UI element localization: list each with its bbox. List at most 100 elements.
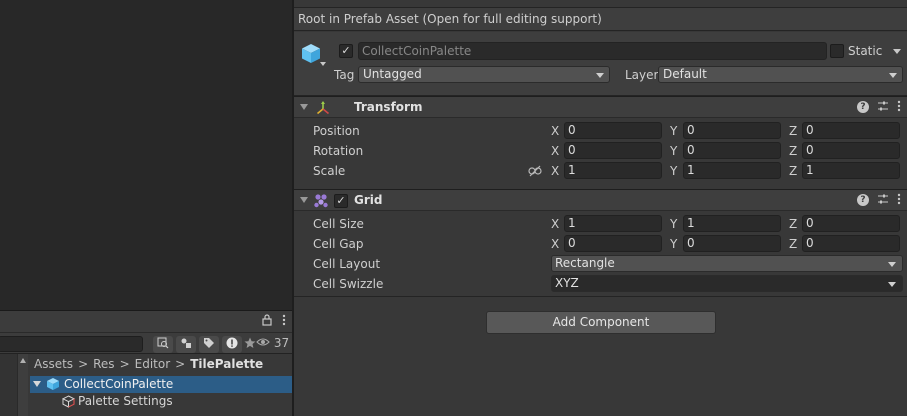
asset-name: CollectCoinPalette (64, 377, 174, 391)
transform-title: Transform (354, 100, 423, 114)
scale-z-field[interactable]: 1 (802, 162, 900, 179)
cell-size-z-field[interactable]: 0 (802, 215, 900, 232)
prefab-cube-icon (46, 377, 60, 391)
cell-size-y-field[interactable]: 1 (683, 215, 781, 232)
shapes-icon (180, 337, 192, 352)
project-toolbar: 37 (0, 332, 292, 354)
axis-x-label: X (551, 164, 560, 178)
layer-label: Layer (625, 68, 659, 82)
axis-y-label: Y (670, 217, 678, 231)
prefab-cube-icon[interactable] (300, 42, 322, 66)
breadcrumb-item-tilepalette[interactable]: TilePalette (190, 357, 263, 371)
layer-dropdown[interactable]: Default (658, 66, 903, 83)
constrain-proportions-icon[interactable] (528, 165, 542, 177)
help-icon[interactable]: ? (857, 101, 869, 113)
position-y-field[interactable]: 0 (683, 122, 781, 139)
scale-y-field[interactable]: 1 (683, 162, 781, 179)
position-z-field[interactable]: 0 (802, 122, 900, 139)
position-x-field[interactable]: 0 (564, 122, 662, 139)
scale-label: Scale (313, 164, 346, 178)
grid-component-header[interactable]: ✓ Grid ? (294, 189, 907, 211)
breadcrumb-item-editor[interactable]: Editor (135, 357, 171, 371)
folder-tree-pane[interactable] (0, 354, 18, 416)
project-pane: 37 Assets > Res > Editor > TilePalette C… (0, 310, 292, 416)
cell-swizzle-dropdown[interactable]: XYZ (551, 275, 903, 292)
more-options-icon[interactable] (897, 100, 901, 115)
axis-z-label: Z (789, 144, 798, 158)
prefab-notice-label: Root in Prefab Asset (Open for full edit… (298, 12, 602, 26)
warning-icon (226, 337, 238, 352)
static-checkbox[interactable] (830, 44, 844, 58)
more-options-icon[interactable] (282, 314, 286, 329)
favorites-button[interactable] (244, 336, 256, 353)
help-icon[interactable]: ? (857, 194, 869, 206)
search-type-icon (157, 337, 169, 352)
cell-swizzle-label: Cell Swizzle (313, 277, 384, 291)
rotation-label: Rotation (313, 144, 364, 158)
expand-arrow-icon[interactable] (33, 381, 41, 387)
eye-icon (256, 336, 274, 350)
foldout-arrow-icon[interactable] (300, 104, 308, 110)
visibility-count[interactable]: 37 (256, 336, 289, 350)
static-label: Static (848, 44, 883, 58)
transform-component-header[interactable]: Transform ? (294, 96, 907, 118)
tree-scrollbar[interactable] (18, 354, 28, 416)
visibility-count-label: 37 (273, 336, 290, 350)
breadcrumb-separator: > (175, 357, 186, 371)
scene-view[interactable] (0, 0, 292, 310)
breadcrumb-separator: > (78, 357, 89, 371)
axis-z-label: Z (789, 164, 798, 178)
cell-size-x-field[interactable]: 1 (564, 215, 662, 232)
axis-y-label: Y (670, 164, 678, 178)
star-icon (244, 337, 256, 352)
preset-sliders-icon[interactable] (877, 100, 889, 115)
scale-x-field[interactable]: 1 (564, 162, 662, 179)
position-label: Position (313, 124, 360, 138)
tag-dropdown[interactable]: Untagged (358, 66, 610, 83)
project-header (0, 310, 292, 332)
tag-label: Tag (334, 68, 355, 82)
prefab-notice: Root in Prefab Asset (Open for full edit… (294, 7, 907, 31)
cell-layout-label: Cell Layout (313, 257, 381, 271)
cell-gap-z-field[interactable]: 0 (802, 235, 900, 252)
breadcrumb: Assets > Res > Editor > TilePalette (34, 357, 263, 371)
axis-z-label: Z (789, 237, 798, 251)
rotation-x-field[interactable]: 0 (564, 142, 662, 159)
axis-z-label: Z (789, 217, 798, 231)
static-dropdown-arrow-icon[interactable] (893, 49, 901, 54)
preset-sliders-icon[interactable] (877, 193, 889, 208)
gameobject-header: ✓ CollectCoinPalette Static Tag Untagged… (294, 32, 907, 96)
inspector-panel: Root in Prefab Asset (Open for full edit… (294, 0, 907, 416)
project-search-input[interactable] (0, 336, 143, 352)
active-checkbox[interactable]: ✓ (339, 44, 353, 58)
grid-enabled-checkbox[interactable]: ✓ (334, 194, 348, 208)
gameobject-name-field[interactable]: CollectCoinPalette (358, 42, 827, 60)
foldout-arrow-icon[interactable] (300, 197, 308, 203)
breadcrumb-item-assets[interactable]: Assets (34, 357, 73, 371)
cell-layout-dropdown[interactable]: Rectangle (551, 255, 903, 272)
lock-icon[interactable] (262, 314, 272, 329)
axis-z-label: Z (789, 124, 798, 138)
icon-dropdown-arrow-icon[interactable] (320, 62, 326, 66)
filter-errors-button[interactable] (222, 336, 242, 353)
add-component-button[interactable]: Add Component (486, 311, 716, 334)
grid-title: Grid (354, 193, 383, 207)
grid-hex-icon (314, 193, 329, 208)
cell-gap-y-field[interactable]: 0 (683, 235, 781, 252)
transform-axes-icon (316, 101, 330, 115)
axis-x-label: X (551, 144, 560, 158)
axis-x-label: X (551, 217, 560, 231)
rotation-z-field[interactable]: 0 (802, 142, 900, 159)
breadcrumb-item-res[interactable]: Res (93, 357, 114, 371)
axis-x-label: X (551, 237, 560, 251)
search-by-type-button[interactable] (153, 336, 173, 353)
cell-gap-x-field[interactable]: 0 (564, 235, 662, 252)
more-options-icon[interactable] (897, 193, 901, 208)
filter-by-label-button[interactable] (199, 336, 219, 353)
filter-by-type-button[interactable] (176, 336, 196, 353)
scroll-up-icon[interactable] (20, 358, 26, 363)
asset-item-selected[interactable]: CollectCoinPalette (30, 376, 292, 393)
axis-x-label: X (551, 124, 560, 138)
rotation-y-field[interactable]: 0 (683, 142, 781, 159)
asset-name: Palette Settings (78, 394, 173, 408)
